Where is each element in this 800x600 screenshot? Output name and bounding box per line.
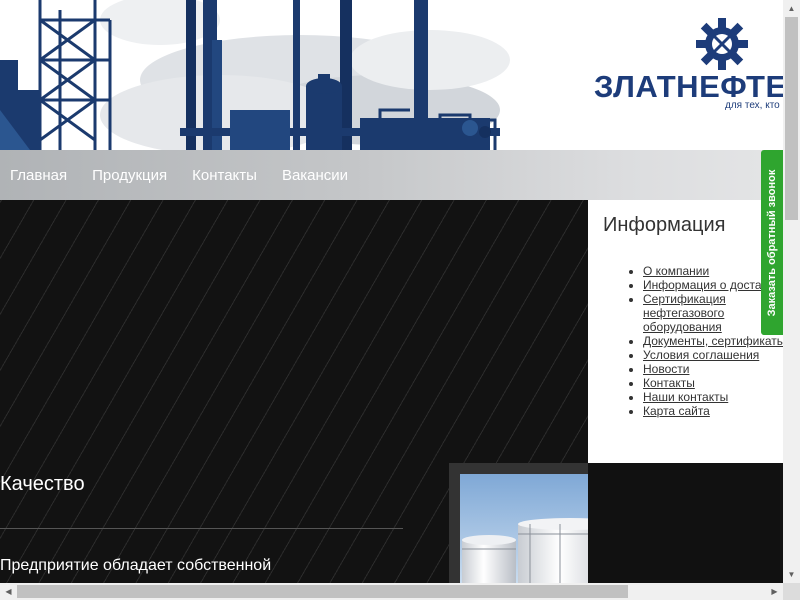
company-logo[interactable]: ЗЛАТНЕФТЕ для тех, кто bbox=[594, 16, 783, 116]
sidebar-link-about[interactable]: О компании bbox=[643, 264, 709, 278]
storage-tanks-image bbox=[460, 474, 588, 583]
sidebar-link-certification[interactable]: Сертификация нефтегазового оборудования bbox=[643, 292, 726, 334]
list-item: Контакты bbox=[643, 376, 783, 390]
list-item: Наши контакты bbox=[643, 390, 783, 404]
info-sidebar: Информация О компании Информация о доста… bbox=[588, 200, 783, 463]
section-divider bbox=[0, 528, 403, 529]
section-text: Предприятие обладает собственной bbox=[0, 557, 272, 574]
scrollbar-corner bbox=[783, 583, 800, 600]
nav-item-contacts[interactable]: Контакты bbox=[192, 167, 257, 184]
sidebar-link-our-contacts[interactable]: Наши контакты bbox=[643, 390, 728, 404]
vertical-scrollbar[interactable]: ▲ ▼ bbox=[783, 0, 800, 583]
section-title: Качество bbox=[0, 473, 85, 495]
sidebar-link-delivery[interactable]: Информация о доста bbox=[643, 278, 762, 292]
list-item: Карта сайта bbox=[643, 404, 783, 418]
arrow-right-icon[interactable]: ▶ bbox=[766, 583, 783, 600]
sidebar-link-sitemap[interactable]: Карта сайта bbox=[643, 404, 710, 418]
nav-item-vacancies[interactable]: Вакансии bbox=[282, 167, 348, 184]
sidebar-title: Информация bbox=[603, 214, 726, 236]
arrow-left-icon[interactable]: ◀ bbox=[0, 583, 17, 600]
sidebar-link-news[interactable]: Новости bbox=[643, 362, 689, 376]
main-navigation: Главная Продукция Контакты Вакансии bbox=[0, 150, 783, 200]
sidebar-link-list: О компании Информация о доста Сертификац… bbox=[588, 264, 783, 418]
storage-tanks-photo bbox=[449, 463, 588, 583]
list-item: Новости bbox=[643, 362, 783, 376]
brand-tagline: для тех, кто bbox=[725, 100, 780, 111]
horizontal-scrollbar[interactable]: ◀ ▶ bbox=[0, 583, 783, 600]
arrow-up-icon[interactable]: ▲ bbox=[783, 0, 800, 17]
gear-wrench-icon bbox=[696, 18, 748, 70]
site-header: ЗЛАТНЕФТЕ для тех, кто bbox=[0, 0, 783, 150]
sidebar-link-terms[interactable]: Условия соглашения bbox=[643, 348, 759, 362]
horizontal-scroll-thumb[interactable] bbox=[17, 585, 628, 598]
callback-request-button[interactable]: Заказать обратный звонок bbox=[761, 150, 783, 335]
nav-item-home[interactable]: Главная bbox=[10, 167, 67, 184]
page-viewport: ЗЛАТНЕФТЕ для тех, кто Главная Продукция… bbox=[0, 0, 783, 583]
list-item: Условия соглашения bbox=[643, 348, 783, 362]
vertical-scroll-thumb[interactable] bbox=[785, 17, 798, 220]
sidebar-link-documents[interactable]: Документы, сертификаты bbox=[643, 334, 783, 348]
sidebar-link-contacts[interactable]: Контакты bbox=[643, 376, 695, 390]
nav-item-products[interactable]: Продукция bbox=[92, 167, 167, 184]
callback-label: Заказать обратный звонок bbox=[766, 169, 778, 316]
arrow-down-icon[interactable]: ▼ bbox=[783, 566, 800, 583]
list-item: Документы, сертификаты bbox=[643, 334, 783, 348]
